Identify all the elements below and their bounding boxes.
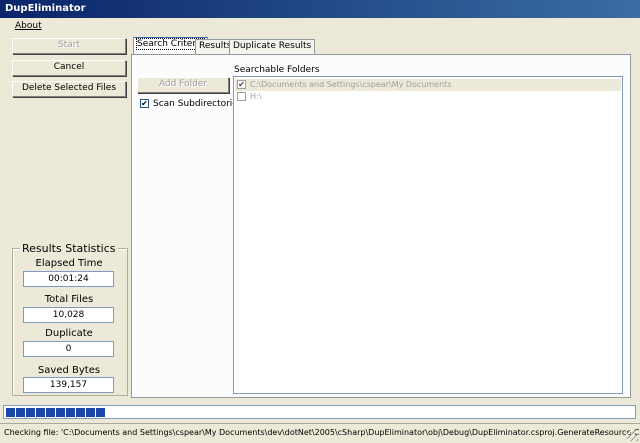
menu-bar: About xyxy=(0,18,640,36)
elapsed-time-label: Elapsed Time xyxy=(35,258,103,269)
progress-segment xyxy=(96,408,105,417)
menu-item-about[interactable]: About xyxy=(15,21,42,31)
progress-segment xyxy=(6,408,15,417)
progress-bar xyxy=(3,405,636,419)
duplicate-value: 0 xyxy=(23,341,114,357)
resize-grip-icon[interactable] xyxy=(627,430,638,441)
elapsed-time-value: 00:01:24 xyxy=(23,271,114,287)
status-bar: Checking file: 'C:\Documents and Setting… xyxy=(0,423,640,443)
add-folder-button[interactable]: Add Folder xyxy=(137,77,229,93)
folder-checkbox[interactable]: ✔ xyxy=(237,80,246,89)
progress-segment xyxy=(46,408,55,417)
tab-search-criteria-label: Search Criteria xyxy=(135,38,206,50)
scan-subdirectories-checkbox[interactable]: ✔ xyxy=(140,99,149,108)
progress-segment xyxy=(56,408,65,417)
folder-checkbox[interactable] xyxy=(237,92,246,101)
progress-segment xyxy=(16,408,25,417)
searchable-folders-list[interactable]: ✔ C:\Documents and Settings\cspear\My Do… xyxy=(233,76,623,394)
delete-selected-files-button[interactable]: Delete Selected Files xyxy=(12,81,126,97)
folder-path: H:\ xyxy=(250,92,262,101)
searchable-folders-label: Searchable Folders xyxy=(234,65,320,75)
progress-segment xyxy=(86,408,95,417)
checkmark-icon: ✔ xyxy=(238,80,245,89)
list-item[interactable]: H:\ xyxy=(235,91,621,103)
progress-segment xyxy=(66,408,75,417)
window-titlebar: DupEliminator xyxy=(0,0,640,18)
saved-bytes-value: 139,157 xyxy=(23,377,114,393)
duplicate-label: Duplicate xyxy=(45,328,93,339)
checkmark-icon: ✔ xyxy=(141,99,148,108)
tab-duplicate-results[interactable]: Duplicate Results xyxy=(229,39,316,54)
tab-duplicate-results-label: Duplicate Results xyxy=(233,41,312,51)
scan-subdirectories-label: Scan Subdirectories xyxy=(153,99,243,109)
cancel-button[interactable]: Cancel xyxy=(12,60,126,76)
folder-path: C:\Documents and Settings\cspear\My Docu… xyxy=(250,80,452,89)
saved-bytes-label: Saved Bytes xyxy=(37,365,101,376)
status-text: Checking file: 'C:\Documents and Setting… xyxy=(4,428,640,437)
total-files-value: 10,028 xyxy=(23,307,114,323)
list-item[interactable]: ✔ C:\Documents and Settings\cspear\My Do… xyxy=(235,79,621,91)
progress-segment xyxy=(26,408,35,417)
total-files-label: Total Files xyxy=(44,294,94,305)
results-statistics-title: Results Statistics xyxy=(20,242,118,255)
start-button[interactable]: Start xyxy=(12,38,126,54)
progress-segment xyxy=(36,408,45,417)
tab-results-label: Results xyxy=(199,41,232,51)
progress-segment xyxy=(76,408,85,417)
window-title: DupEliminator xyxy=(5,3,86,14)
